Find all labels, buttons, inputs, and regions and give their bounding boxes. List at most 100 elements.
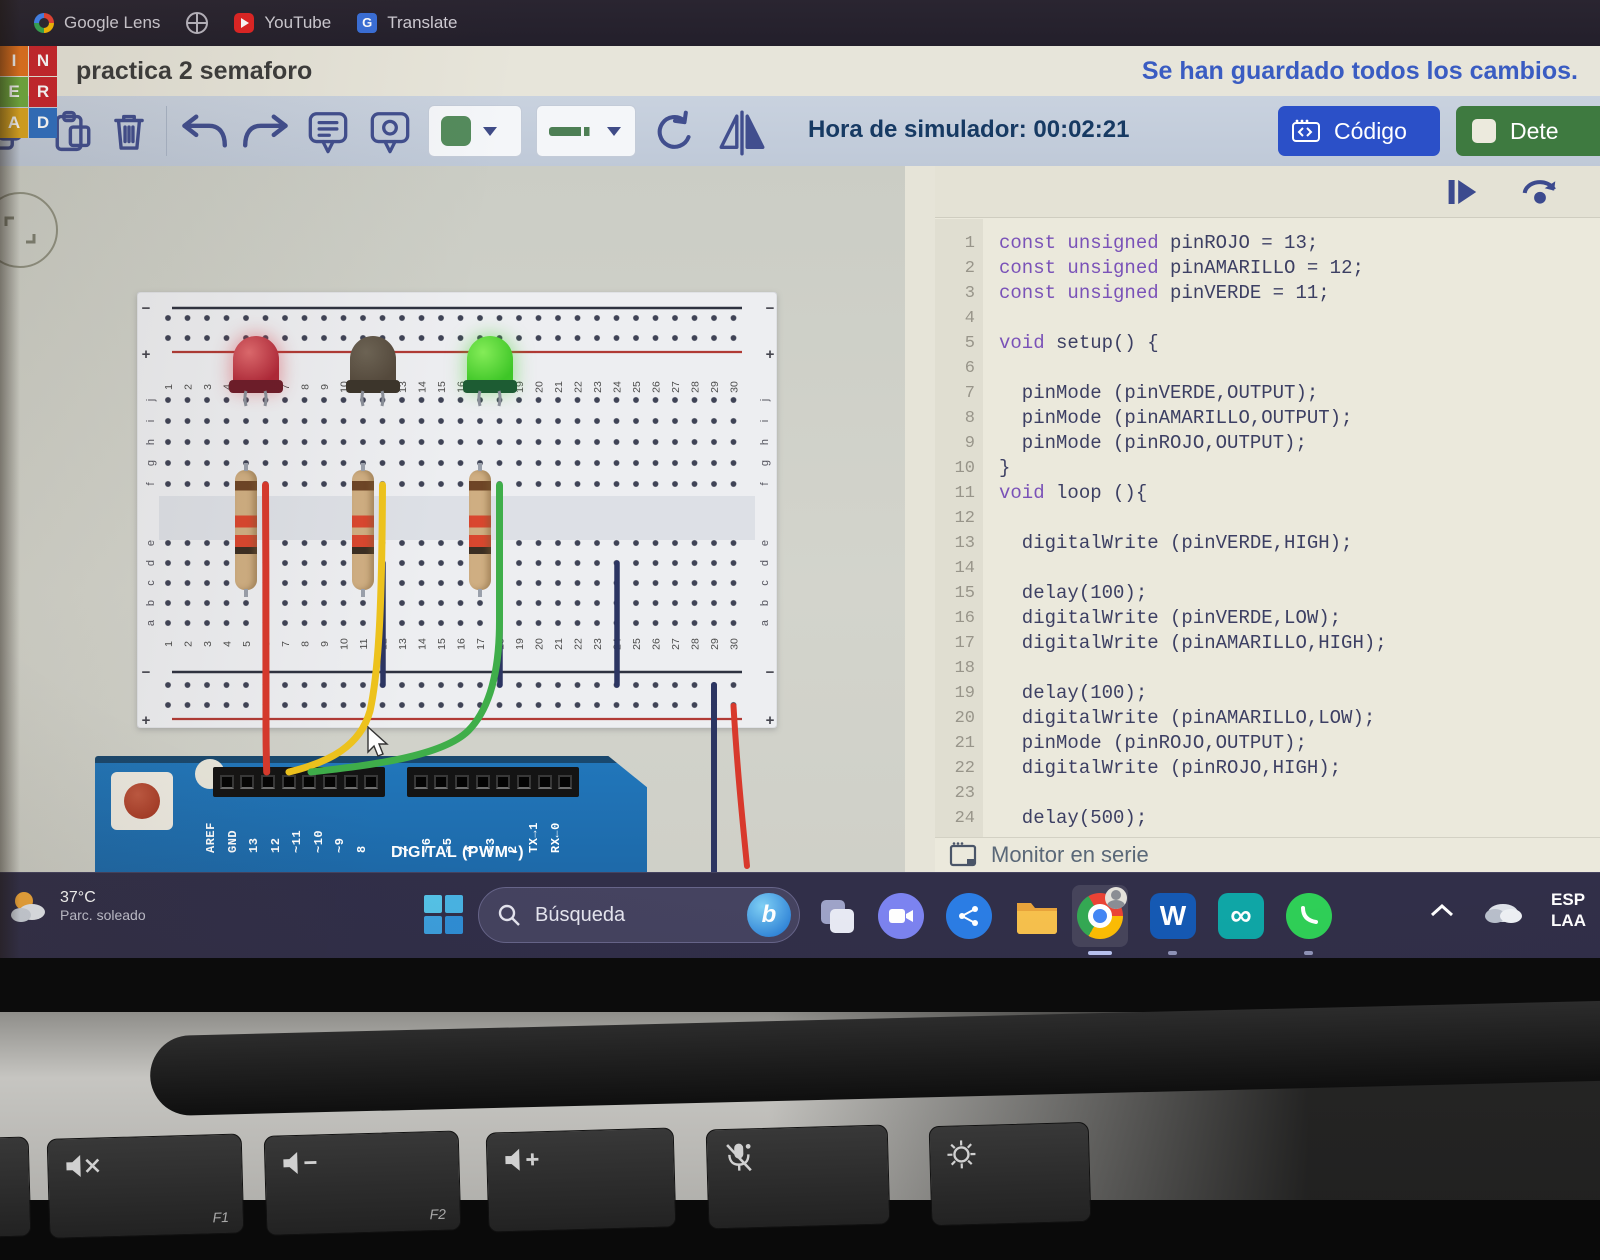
svg-text:−: − bbox=[766, 300, 775, 317]
pin-socket[interactable] bbox=[517, 775, 531, 789]
reset-button[interactable] bbox=[111, 772, 173, 830]
serial-monitor-toggle[interactable]: Monitor en serie bbox=[935, 837, 1600, 872]
code-line-15: 15 delay(100); bbox=[935, 581, 1600, 606]
svg-text:25: 25 bbox=[631, 381, 643, 393]
task-view-button[interactable] bbox=[812, 891, 862, 941]
svg-text:−: − bbox=[142, 300, 151, 317]
pin-socket[interactable] bbox=[364, 775, 378, 789]
svg-text:2: 2 bbox=[183, 384, 195, 390]
svg-text:29: 29 bbox=[709, 381, 721, 393]
svg-text:3: 3 bbox=[202, 641, 214, 647]
pin-socket[interactable] bbox=[538, 775, 552, 789]
code-button-label: Código bbox=[1334, 118, 1407, 145]
pin-socket[interactable] bbox=[434, 775, 448, 789]
globe-favicon-icon[interactable] bbox=[186, 12, 208, 34]
zoom-to-fit-button[interactable] bbox=[0, 192, 58, 268]
taskbar-search[interactable]: Búsqueda b bbox=[478, 887, 800, 943]
browser-tab-youtube[interactable]: YouTube bbox=[234, 13, 331, 33]
delete-icon[interactable] bbox=[108, 110, 150, 152]
svg-text:h: h bbox=[145, 439, 157, 445]
tab-label: Translate bbox=[387, 13, 457, 33]
wire-style-dropdown[interactable] bbox=[536, 105, 636, 157]
svg-text:24: 24 bbox=[612, 381, 624, 393]
document-title[interactable]: practica 2 semaforo bbox=[76, 57, 312, 86]
paste-icon[interactable] bbox=[52, 110, 94, 152]
pin-socket[interactable] bbox=[323, 775, 337, 789]
wire-power-red[interactable] bbox=[734, 706, 748, 866]
arduino-app[interactable]: ∞ bbox=[1216, 891, 1266, 941]
laptop-key-F2: F2 bbox=[264, 1130, 462, 1235]
chrome-app[interactable] bbox=[1072, 885, 1128, 947]
led-green[interactable] bbox=[465, 336, 515, 408]
svg-text:21: 21 bbox=[553, 638, 565, 650]
digital-header-left[interactable] bbox=[213, 767, 385, 797]
svg-text:19: 19 bbox=[514, 638, 526, 650]
flip-mirror-icon[interactable] bbox=[716, 110, 768, 156]
color-swatch bbox=[441, 116, 471, 146]
code-line-3: 3const unsigned pinVERDE = 11; bbox=[935, 281, 1600, 306]
resistor-yellow-led[interactable] bbox=[352, 470, 374, 590]
arduino-board[interactable]: DIGITAL (PWM~) AREFGND1312~11~10~987~6~5… bbox=[95, 756, 647, 886]
pin-socket[interactable] bbox=[476, 775, 490, 789]
pin-socket[interactable] bbox=[496, 775, 510, 789]
pin-label-3: ~3 bbox=[484, 799, 497, 853]
start-icon bbox=[424, 895, 442, 913]
svg-text:−: − bbox=[142, 664, 151, 681]
color-dropdown[interactable] bbox=[428, 105, 522, 157]
svg-text:28: 28 bbox=[690, 381, 702, 393]
whatsapp-app[interactable] bbox=[1284, 891, 1334, 941]
youtube-icon bbox=[234, 13, 254, 33]
code-window-icon bbox=[1292, 119, 1322, 143]
pin-socket[interactable] bbox=[414, 775, 428, 789]
notes-icon[interactable] bbox=[306, 110, 350, 158]
component-label-icon[interactable] bbox=[368, 110, 412, 158]
undo-icon[interactable] bbox=[178, 110, 230, 152]
svg-text:e: e bbox=[145, 540, 157, 546]
tray-chevron-up-icon[interactable] bbox=[1429, 902, 1455, 918]
video-call-app[interactable] bbox=[876, 891, 926, 941]
led-red[interactable] bbox=[231, 336, 281, 408]
circuit-canvas[interactable]: 1122334455667788991010111112121313141415… bbox=[0, 166, 935, 872]
svg-text:8: 8 bbox=[300, 641, 312, 647]
weather-widget[interactable]: 37°C Parc. soleado bbox=[8, 885, 146, 927]
pin-socket[interactable] bbox=[220, 775, 234, 789]
svg-text:b: b bbox=[759, 600, 771, 606]
pin-socket[interactable] bbox=[302, 775, 316, 789]
pin-socket[interactable] bbox=[282, 775, 296, 789]
quick-share-app[interactable] bbox=[944, 891, 994, 941]
stop-simulation-button[interactable]: Dete bbox=[1456, 106, 1600, 156]
start-button[interactable] bbox=[424, 895, 464, 935]
bing-icon[interactable]: b bbox=[747, 893, 791, 937]
pin-socket[interactable] bbox=[261, 775, 275, 789]
code-button[interactable]: Código bbox=[1278, 106, 1440, 156]
code-editor[interactable]: 1const unsigned pinROJO = 13;2const unsi… bbox=[935, 219, 1600, 837]
browser-tab-bar: Google Lens YouTube G Translate bbox=[0, 0, 1600, 46]
step-debug-icon[interactable] bbox=[1445, 176, 1481, 208]
pin-socket[interactable] bbox=[240, 775, 254, 789]
word-app[interactable]: W bbox=[1148, 891, 1198, 941]
resistor-green-led[interactable] bbox=[469, 470, 491, 590]
rotate-icon[interactable] bbox=[652, 110, 698, 156]
onedrive-cloud-icon[interactable] bbox=[1481, 895, 1525, 925]
active-app-indicator bbox=[1088, 951, 1112, 955]
browser-tab-translate[interactable]: G Translate bbox=[357, 13, 457, 33]
pin-socket[interactable] bbox=[455, 775, 469, 789]
browser-tab-google-lens[interactable]: Google Lens bbox=[34, 13, 160, 33]
svg-text:c: c bbox=[759, 580, 771, 586]
pin-socket[interactable] bbox=[558, 775, 572, 789]
chevron-down-icon bbox=[607, 127, 621, 136]
code-line-22: 22 digitalWrite (pinROJO,HIGH); bbox=[935, 756, 1600, 781]
digital-header-right[interactable] bbox=[407, 767, 579, 797]
file-explorer[interactable] bbox=[1012, 891, 1062, 941]
led-yellow-off[interactable] bbox=[348, 336, 398, 408]
restart-simulation-icon[interactable] bbox=[1520, 176, 1560, 210]
resistor-red-led[interactable] bbox=[235, 470, 257, 590]
lang-line-2: LAA bbox=[1551, 910, 1586, 931]
redo-icon[interactable] bbox=[240, 110, 292, 152]
pin-label-8: 8 bbox=[355, 799, 368, 853]
pin-socket[interactable] bbox=[344, 775, 358, 789]
tinkercad-logo[interactable]: INERAD bbox=[0, 46, 58, 140]
language-indicator[interactable]: ESP LAA bbox=[1551, 889, 1586, 931]
logo-tile-R: R bbox=[29, 77, 57, 107]
reset-button-cap bbox=[124, 783, 160, 819]
